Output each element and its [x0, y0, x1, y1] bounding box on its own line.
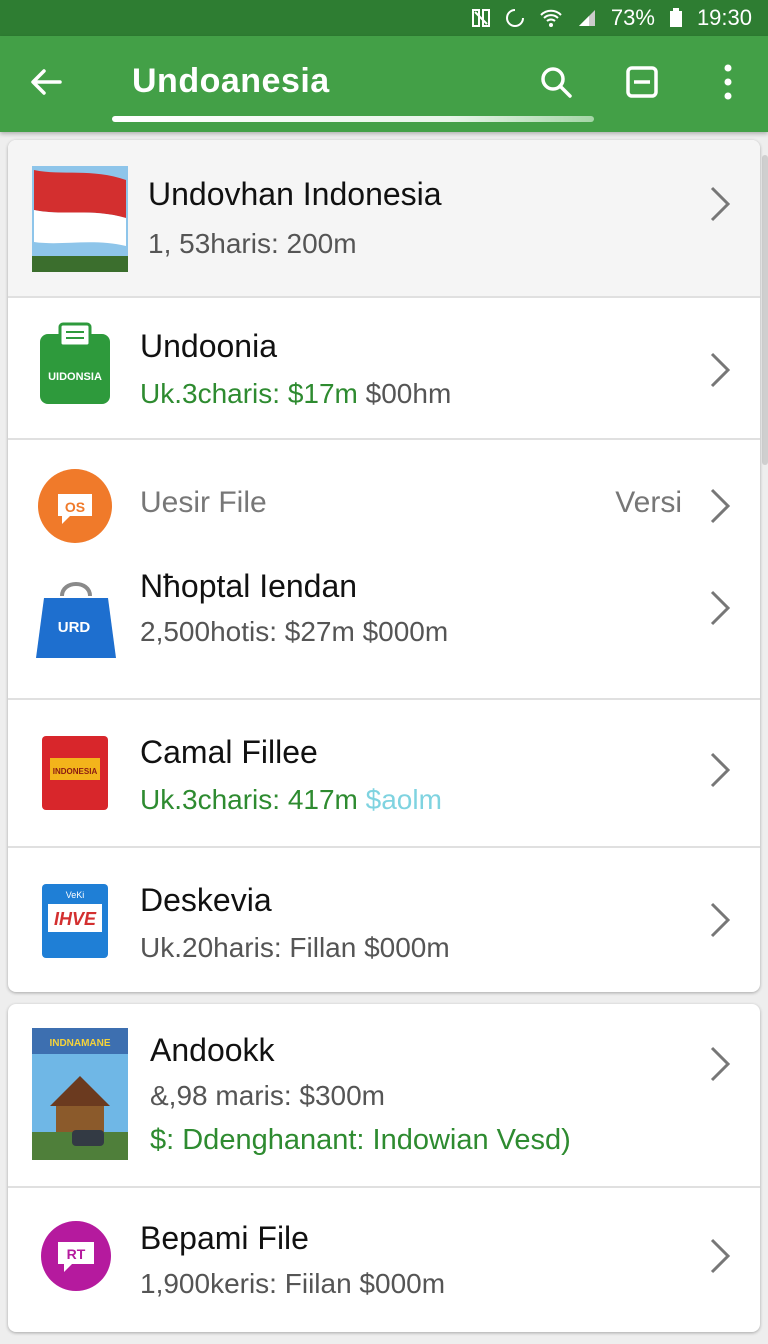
- chevron-right-icon: [708, 750, 732, 790]
- ihve-small-label: VeKi: [66, 890, 85, 900]
- indonesia-flag-thumbnail: [32, 166, 128, 272]
- urd-shopping-bag-icon: URD: [34, 574, 118, 662]
- chevron-right-icon: [708, 486, 732, 526]
- list-item[interactable]: INDNAMANE Andookk &,98 maris: $300m $: D…: [8, 1004, 760, 1188]
- search-underline: [112, 116, 594, 122]
- chevron-right-icon: [708, 900, 732, 940]
- page-title: Undoanesia: [132, 62, 330, 100]
- signal-icon: [577, 8, 597, 28]
- list-item[interactable]: INDONESIA Camal Fillee Uk.3charis: 417m …: [8, 700, 760, 848]
- item-title: Nħoptal Iendan: [140, 568, 358, 604]
- item-title: Uesir File: [140, 486, 267, 519]
- list-item[interactable]: OS Uesir File Versi: [8, 440, 760, 564]
- udonsia-document-icon: UIDONSIA: [38, 322, 112, 406]
- item-meta-highlight: Uk.3charis: $17m: [140, 378, 358, 409]
- sync-icon: [505, 8, 525, 28]
- status-bar: 73% 19:30: [0, 0, 768, 36]
- battery-percent: 73%: [610, 5, 655, 30]
- item-meta: 1,900keris: Fiilan $000m: [140, 1268, 446, 1299]
- clock: 19:30: [696, 5, 752, 30]
- list-item[interactable]: URD Nħoptal Iendan 2,500hotis: $27m $000…: [8, 564, 760, 700]
- item-meta-rest: $00hm: [357, 378, 452, 409]
- item-title: Camal Fillee: [140, 734, 318, 770]
- item-title: Undoonia: [140, 328, 277, 364]
- ihve-label: IHVE: [54, 909, 97, 929]
- item-meta: Uk.20haris: Fillan $000m: [140, 932, 450, 963]
- minimize-box-icon[interactable]: [620, 60, 664, 104]
- version-label: Versi: [615, 486, 682, 519]
- rt-chat-bubble-icon: RT: [38, 1220, 114, 1298]
- blue-ihve-icon: VeKi IHVE: [40, 882, 110, 960]
- item-meta-highlight: Uk.3charis: 417m: [140, 784, 358, 815]
- chevron-right-icon: [708, 1236, 732, 1276]
- scrollbar[interactable]: [762, 155, 768, 465]
- item-extra: $: Ddenghanant: Indowian Vesd): [150, 1124, 571, 1156]
- list-item[interactable]: Undovhan Indonesia 1, 53haris: 200m: [8, 140, 760, 298]
- chevron-right-icon: [708, 1044, 732, 1084]
- item-meta: &,98 maris: $300m: [150, 1080, 385, 1111]
- chevron-right-icon: [708, 588, 732, 628]
- list-item[interactable]: VeKi IHVE Deskevia Uk.20haris: Fillan $0…: [8, 848, 760, 992]
- item-title: Bepami File: [140, 1220, 309, 1256]
- list-card: INDNAMANE Andookk &,98 maris: $300m $: D…: [8, 1004, 760, 1332]
- item-title: Andookk: [150, 1032, 275, 1068]
- list-card: Undovhan Indonesia 1, 53haris: 200m UIDO…: [8, 140, 760, 992]
- red-product-box-icon: INDONESIA: [40, 734, 110, 812]
- item-meta: Uk.3charis: 417m $aolm: [140, 784, 442, 816]
- item-meta-faded: $aolm: [357, 784, 442, 815]
- item-title: Undovhan Indonesia: [148, 176, 442, 212]
- indonesia-travel-thumbnail: INDNAMANE: [32, 1028, 128, 1160]
- more-vert-icon[interactable]: [708, 60, 748, 104]
- os-chat-bubble-icon: OS: [36, 466, 114, 546]
- chevron-right-icon: [708, 350, 732, 390]
- item-title: Deskevia: [140, 882, 272, 918]
- item-meta: 2,500hotis: $27m $000m: [140, 616, 449, 647]
- back-arrow-icon[interactable]: [24, 60, 68, 104]
- battery-icon: [669, 8, 683, 28]
- search-icon[interactable]: [534, 60, 578, 104]
- red-box-label: INDONESIA: [53, 767, 98, 776]
- nfc-icon: [471, 8, 491, 28]
- urd-label: URD: [58, 619, 91, 636]
- rt-label: RT: [67, 1246, 86, 1262]
- item-meta: Uk.3charis: $17m $00hm: [140, 378, 451, 410]
- list-item[interactable]: RT Bepami File 1,900keris: Fiilan $000m: [8, 1188, 760, 1332]
- app-bar: Undoanesia: [0, 36, 768, 132]
- travel-label: INDNAMANE: [49, 1038, 110, 1049]
- wifi-icon: [539, 8, 563, 28]
- os-label: OS: [65, 499, 85, 515]
- list-item[interactable]: UIDONSIA Undoonia Uk.3charis: $17m $00hm: [8, 298, 760, 440]
- chevron-right-icon: [708, 184, 732, 224]
- item-meta: 1, 53haris: 200m: [148, 228, 357, 259]
- udonsia-label: UIDONSIA: [48, 371, 102, 383]
